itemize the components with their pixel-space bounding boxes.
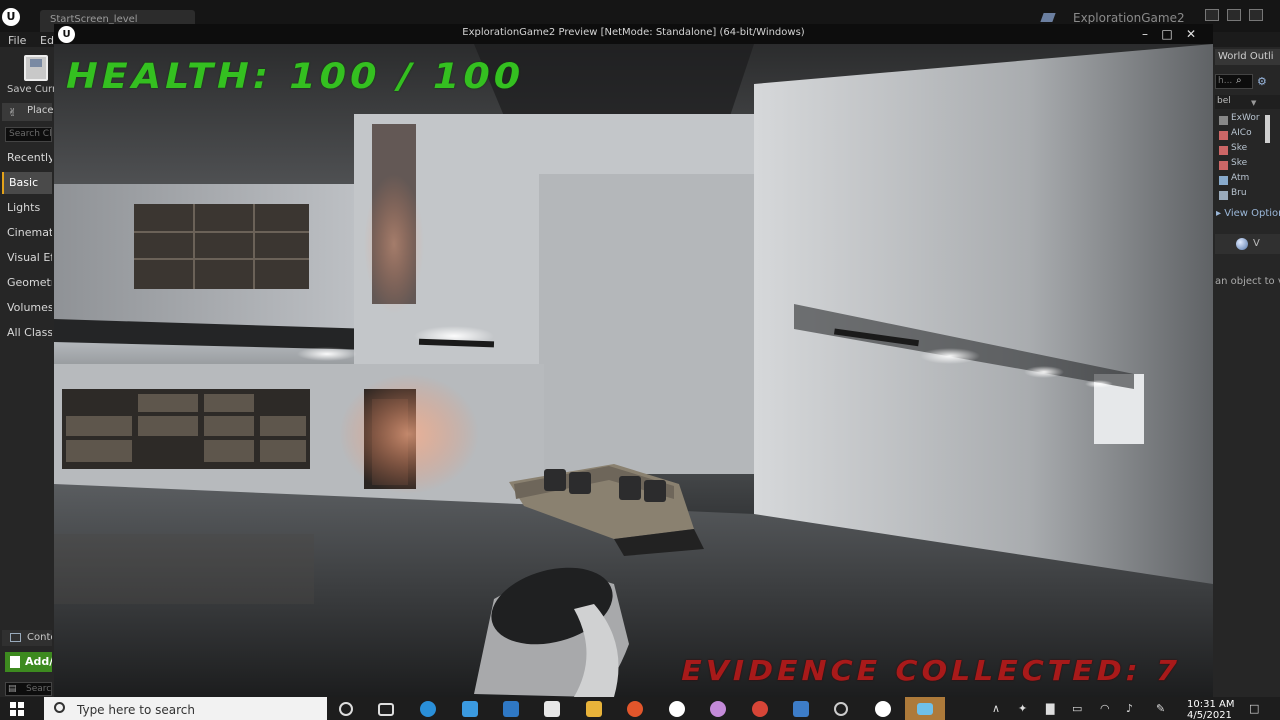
skeletal-mesh-icon — [1219, 161, 1228, 170]
close-icon[interactable]: ✕ — [1180, 25, 1202, 43]
save-icon[interactable] — [24, 55, 48, 81]
game-window-title: ExplorationGame2 Preview [NetMode: Stand… — [462, 27, 805, 38]
outliner-row[interactable]: Ske — [1217, 143, 1265, 158]
clock-time[interactable]: 10:31 AM — [1187, 699, 1234, 710]
place-category-recently[interactable]: Recently — [2, 147, 52, 169]
editor-close-button[interactable] — [1249, 9, 1263, 21]
menu-file[interactable]: File — [8, 34, 26, 47]
modes-panel — [0, 47, 54, 697]
volume-icon[interactable]: ♪ — [1126, 702, 1133, 715]
task-view-icon[interactable] — [378, 703, 394, 716]
health-hud: HEALTH: 100 / 100 — [66, 55, 525, 97]
view-options-button[interactable]: ▸ View Options — [1216, 208, 1280, 219]
outliner-row[interactable]: Atm — [1217, 173, 1265, 188]
tab-world-outliner[interactable]: World Outli — [1215, 49, 1280, 65]
place-category-lights[interactable]: Lights — [2, 197, 52, 219]
wifi-icon[interactable]: ◠ — [1100, 702, 1110, 715]
usb-icon[interactable]: ▇ — [1046, 702, 1054, 715]
place-category-all-classes[interactable]: All Classe — [2, 322, 52, 344]
outliner-settings-icon[interactable]: ⚙ — [1257, 75, 1267, 88]
clock-date[interactable]: 4/5/2021 — [1187, 710, 1232, 720]
place-category-basic[interactable]: Basic — [2, 172, 52, 194]
taskbar-search-input[interactable]: Type here to search — [44, 697, 327, 720]
tab-details[interactable]: V — [1253, 238, 1260, 249]
network-tool-icon[interactable]: ✦ — [1018, 702, 1027, 715]
details-empty-hint: an object to v — [1215, 276, 1280, 287]
search-icon: ⌕ — [1236, 75, 1242, 86]
game-title-bar[interactable]: U ExplorationGame2 Preview [NetMode: Sta… — [54, 24, 1213, 44]
paint-icon[interactable] — [710, 701, 726, 717]
outliner-row[interactable]: Bru — [1217, 188, 1265, 203]
outliner-row[interactable]: Ske — [1217, 158, 1265, 173]
edge-icon[interactable] — [420, 701, 436, 717]
cortana-icon[interactable] — [339, 702, 353, 716]
game-viewport[interactable]: HEALTH: 100 / 100 EVIDENCE COLLECTED: 7 — [54, 44, 1213, 697]
content-browser-icon — [10, 633, 21, 642]
origin-icon[interactable] — [627, 701, 643, 717]
world-icon — [1219, 116, 1228, 125]
search-icon — [54, 702, 65, 713]
movies-icon[interactable] — [793, 701, 809, 717]
place-category-geometry[interactable]: Geometry — [2, 272, 52, 294]
unreal-logo-icon: U — [2, 8, 20, 26]
battery-icon[interactable]: ▭ — [1072, 702, 1082, 715]
windows-taskbar: Type here to search ∧ ✦ ▇ ▭ ◠ ♪ ✎ 10:31 … — [0, 697, 1280, 720]
outliner-scrollbar[interactable] — [1265, 115, 1270, 143]
editor-minimize-button[interactable] — [1205, 9, 1219, 21]
game-scene — [54, 44, 1213, 697]
atmosphere-icon — [1219, 176, 1228, 185]
outliner-search-input[interactable]: h... — [1215, 74, 1253, 89]
game-preview-window[interactable]: U ExplorationGame2 Preview [NetMode: Sta… — [54, 24, 1213, 697]
chrome-icon[interactable] — [752, 701, 768, 717]
file-explorer-icon[interactable] — [586, 701, 602, 717]
skeletal-mesh-icon — [1219, 146, 1228, 155]
game-preview-taskbar-icon[interactable] — [917, 703, 933, 715]
place-category-cinematic[interactable]: Cinemati — [2, 222, 52, 244]
sort-arrow-icon: ▼ — [1251, 99, 1257, 107]
place-mode-icon: ✌ — [8, 106, 18, 119]
add-file-icon — [10, 656, 20, 668]
store-icon[interactable] — [544, 701, 560, 717]
place-category-volumes[interactable]: Volumes — [2, 297, 52, 319]
outliner-row[interactable]: ExWor — [1217, 113, 1265, 128]
editor-maximize-button[interactable] — [1227, 9, 1241, 21]
outliner-column-header[interactable]: bel — [1215, 95, 1280, 109]
filter-icon[interactable]: ▤ — [8, 684, 17, 694]
outliner-row[interactable]: AICo — [1217, 128, 1265, 143]
brush-icon — [1219, 191, 1228, 200]
maximize-icon[interactable]: □ — [1156, 25, 1178, 43]
chevron-up-icon[interactable]: ∧ — [992, 702, 1000, 715]
search-classes-input[interactable]: Search Cl — [5, 127, 52, 142]
windows-start-icon[interactable] — [10, 702, 24, 716]
obs-icon[interactable] — [834, 702, 848, 716]
notifications-icon[interactable]: □ — [1249, 702, 1259, 715]
mail-icon[interactable] — [503, 701, 519, 717]
media-player-icon[interactable] — [669, 701, 685, 717]
editor-window-title: ExplorationGame2 — [1073, 11, 1185, 25]
pen-icon[interactable]: ✎ — [1156, 702, 1165, 715]
minimize-icon[interactable]: – — [1134, 25, 1156, 43]
actor-icon — [1219, 131, 1228, 140]
place-category-visual-effects[interactable]: Visual Eff — [2, 247, 52, 269]
evidence-counter-hud: EVIDENCE COLLECTED: 7 — [681, 655, 1181, 688]
globe-icon — [1236, 238, 1248, 250]
unreal-engine-taskbar-icon[interactable] — [875, 701, 891, 717]
menu-edit[interactable]: Ed — [40, 34, 54, 47]
photos-icon[interactable] — [462, 701, 478, 717]
